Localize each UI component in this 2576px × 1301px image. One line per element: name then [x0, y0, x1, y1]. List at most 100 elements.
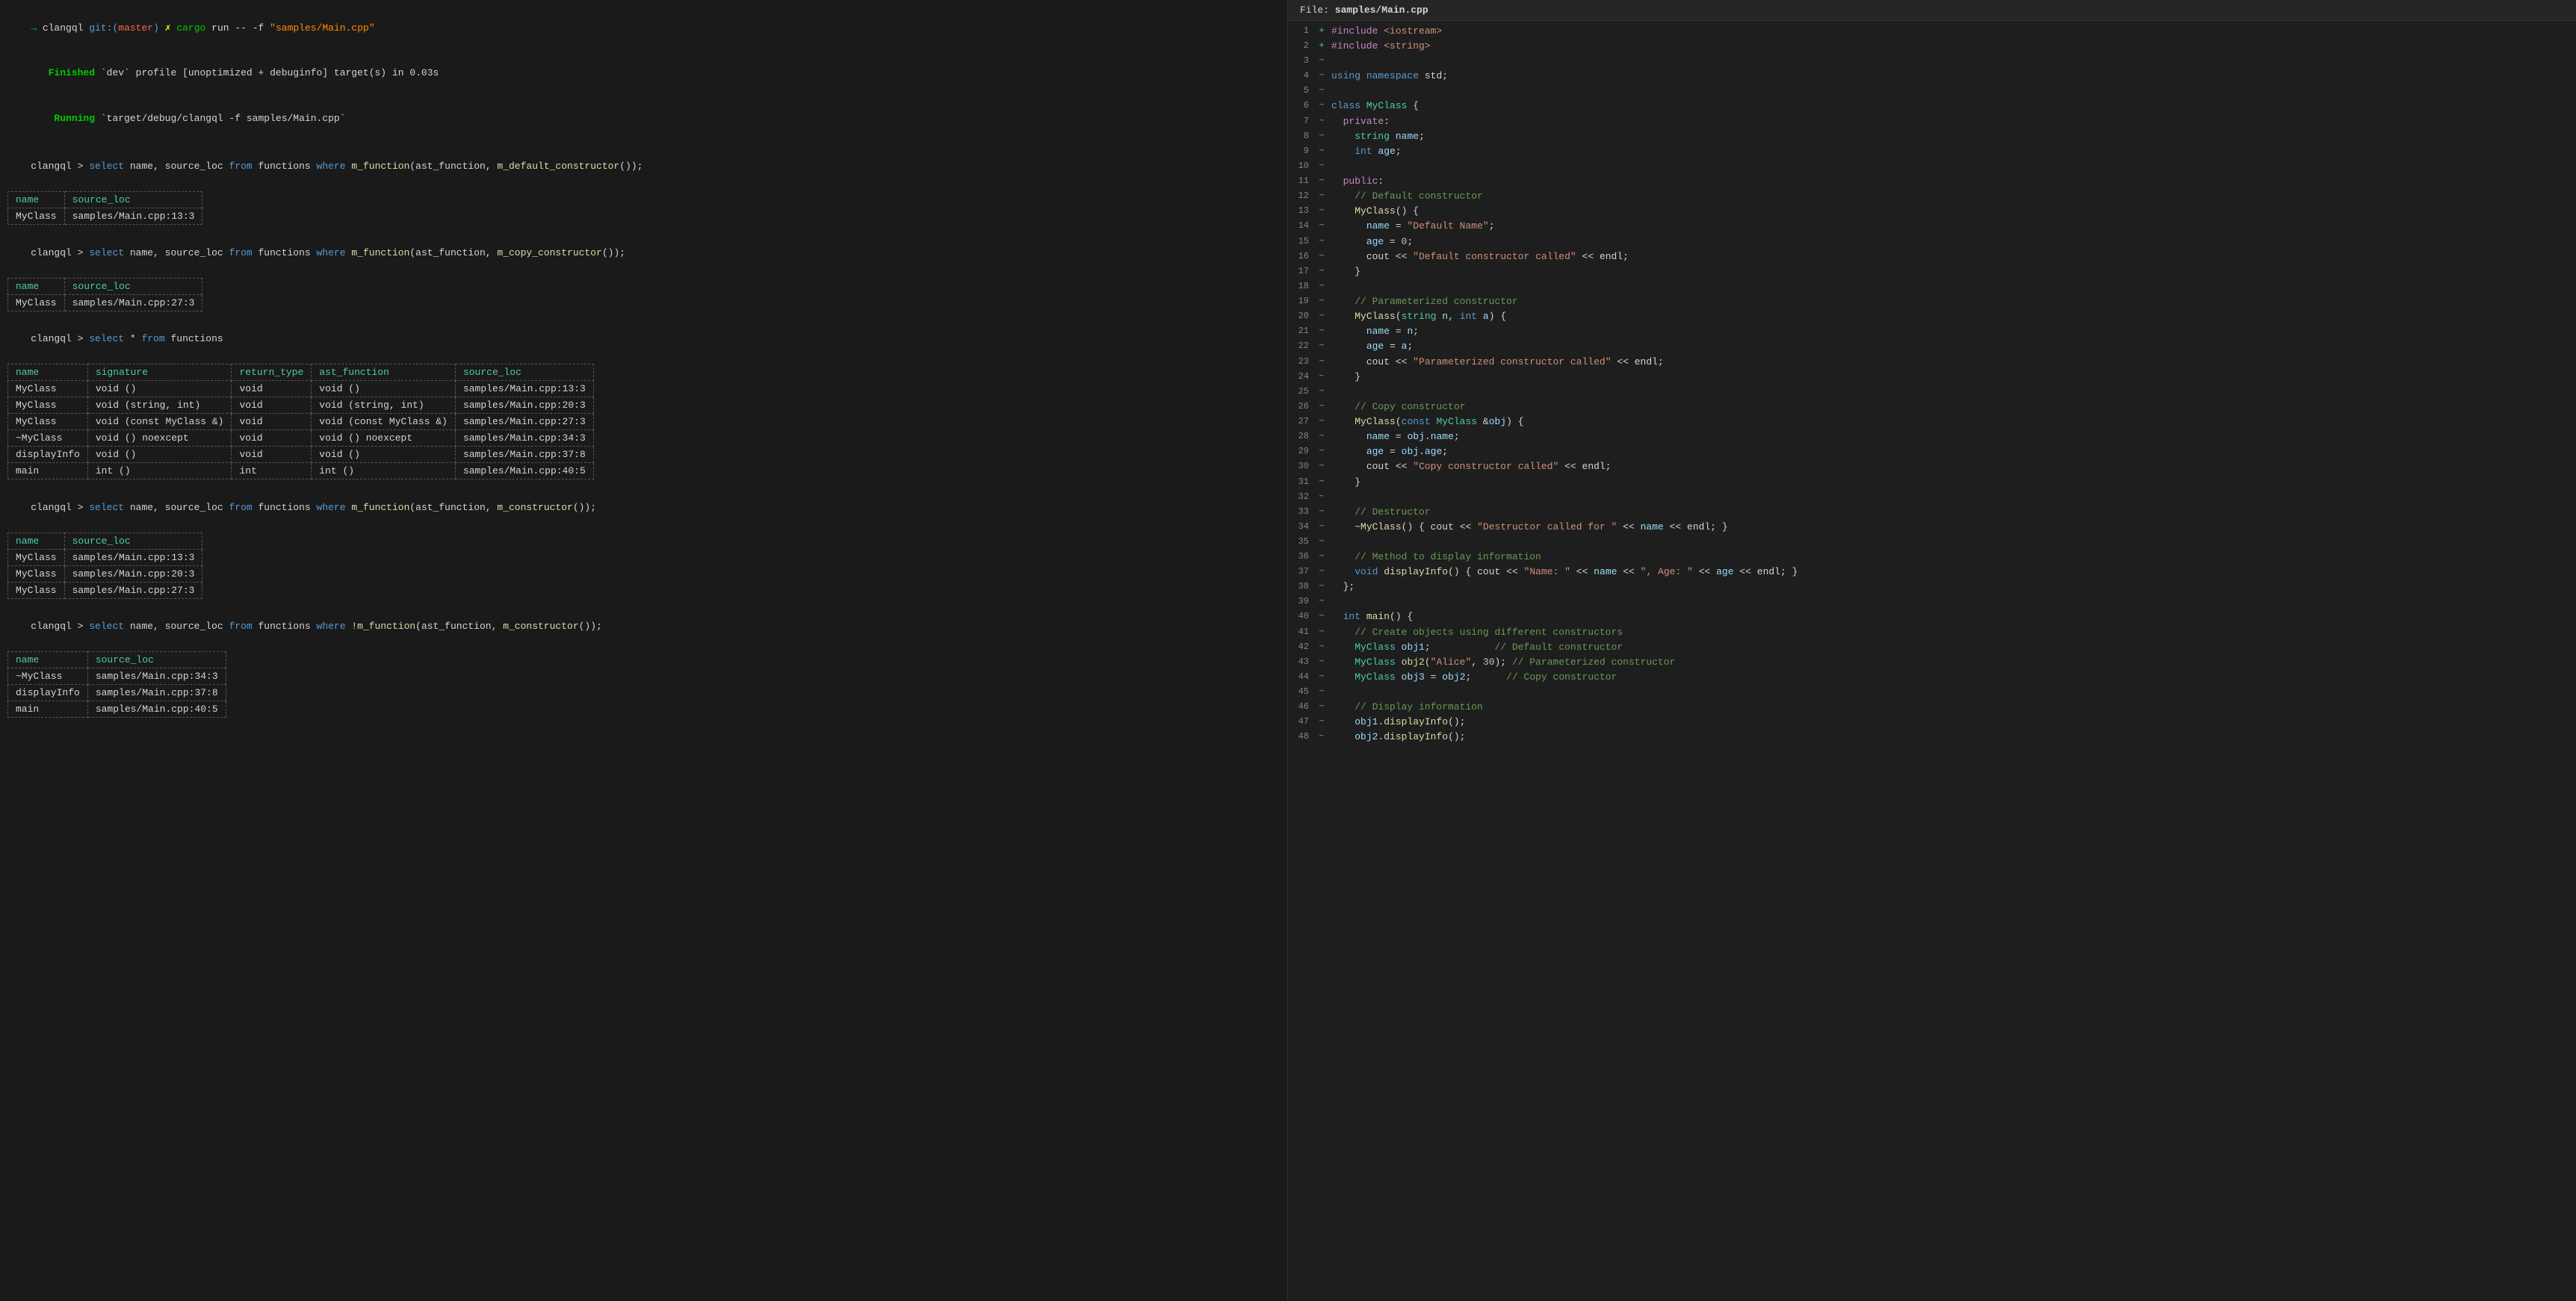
- cell-signature: void (): [87, 381, 232, 397]
- col-header-source-loc: source_loc: [455, 364, 593, 381]
- line-gutter: ~: [1315, 54, 1328, 68]
- cell-ast-function: void (): [312, 381, 456, 397]
- cell-name: MyClass: [8, 565, 65, 582]
- code-line-30: 30 ~ cout << "Copy constructor called" <…: [1288, 459, 2576, 474]
- line-number: 35: [1288, 535, 1315, 549]
- line-content: name = "Default Name";: [1328, 219, 1495, 234]
- code-line-18: 18 ~: [1288, 279, 2576, 294]
- code-line-5: 5 ~: [1288, 84, 2576, 99]
- code-line-17: 17 ~ }: [1288, 264, 2576, 279]
- line-gutter: ~: [1315, 204, 1328, 218]
- line-content: age = obj.age;: [1328, 444, 1448, 459]
- result-table-2: name source_loc MyClass samples/Main.cpp…: [7, 278, 202, 311]
- result-table-5: name source_loc ~MyClass samples/Main.cp…: [7, 651, 226, 718]
- line-gutter: ~: [1315, 249, 1328, 264]
- line-content: cout << "Default constructor called" << …: [1328, 249, 1629, 264]
- cell-source-loc: samples/Main.cpp:40:5: [455, 463, 593, 479]
- cell-return-type: void: [232, 397, 312, 414]
- line-number: 25: [1288, 385, 1315, 399]
- line-number: 12: [1288, 189, 1315, 203]
- code-line-38: 38 ~ };: [1288, 580, 2576, 594]
- right-panel: File: samples/Main.cpp 1 + #include <ios…: [1288, 0, 2576, 1301]
- line-content: // Create objects using different constr…: [1328, 625, 1623, 640]
- line-content: cout << "Copy constructor called" << end…: [1328, 459, 1611, 474]
- cell-source-loc: samples/Main.cpp:13:3: [455, 381, 593, 397]
- query-2-prompt: clangql > select name, source_loc from f…: [7, 231, 1280, 275]
- cell-source-loc: samples/Main.cpp:27:3: [64, 294, 202, 311]
- cell-ast-function: void (string, int): [312, 397, 456, 414]
- line-content: public:: [1328, 174, 1384, 189]
- line-content: using namespace std;: [1328, 69, 1448, 84]
- line-number: 47: [1288, 715, 1315, 729]
- code-line-45: 45 ~: [1288, 685, 2576, 700]
- col-header-ast-function: ast_function: [312, 364, 456, 381]
- table-row: MyClass void () void void () samples/Mai…: [8, 381, 594, 397]
- code-line-35: 35 ~: [1288, 535, 2576, 550]
- cell-signature: void (): [87, 447, 232, 463]
- line-number: 11: [1288, 174, 1315, 188]
- line-number: 5: [1288, 84, 1315, 98]
- line-content: MyClass(string n, int a) {: [1328, 309, 1506, 324]
- col-header-source-loc: source_loc: [87, 652, 226, 668]
- cell-source-loc: samples/Main.cpp:13:3: [64, 549, 202, 565]
- line-content: // Parameterized constructor: [1328, 294, 1518, 309]
- code-line-42: 42 ~ MyClass obj1; // Default constructo…: [1288, 640, 2576, 655]
- result-table-1: name source_loc MyClass samples/Main.cpp…: [7, 191, 202, 225]
- table-row: MyClass samples/Main.cpp:27:3: [8, 294, 202, 311]
- cell-name: displayInfo: [8, 447, 88, 463]
- cell-name: MyClass: [8, 208, 65, 225]
- line-content: age = a;: [1328, 339, 1413, 354]
- cell-ast-function: void () noexcept: [312, 430, 456, 447]
- table-row: MyClass samples/Main.cpp:27:3: [8, 582, 202, 598]
- line-content: MyClass() {: [1328, 204, 1419, 219]
- line-content: }: [1328, 370, 1360, 385]
- line-number: 26: [1288, 400, 1315, 414]
- line-gutter: ~: [1315, 294, 1328, 308]
- line-content: MyClass obj2("Alice", 30); // Parameteri…: [1328, 655, 1675, 670]
- cell-signature: void (string, int): [87, 397, 232, 414]
- finished-status: Finished: [31, 67, 95, 78]
- line-gutter: ~: [1315, 159, 1328, 173]
- line-gutter: ~: [1315, 475, 1328, 489]
- col-header-name: name: [8, 278, 65, 294]
- code-line-31: 31 ~ }: [1288, 475, 2576, 490]
- line-number: 38: [1288, 580, 1315, 594]
- line-number: 10: [1288, 159, 1315, 173]
- line-gutter: +: [1315, 39, 1328, 53]
- code-line-32: 32 ~: [1288, 490, 2576, 505]
- line-gutter: ~: [1315, 655, 1328, 669]
- line-gutter: ~: [1315, 84, 1328, 98]
- left-panel: → clangql git:(master) ✗ cargo run -- -f…: [0, 0, 1288, 1301]
- line-number: 22: [1288, 339, 1315, 353]
- code-line-9: 9 ~ int age;: [1288, 144, 2576, 159]
- line-gutter: ~: [1315, 459, 1328, 473]
- cell-source-loc: samples/Main.cpp:34:3: [455, 430, 593, 447]
- line-content: obj1.displayInfo();: [1328, 715, 1465, 730]
- status-finished-line: Finished `dev` profile [unoptimized + de…: [7, 52, 1280, 96]
- code-line-10: 10 ~: [1288, 159, 2576, 174]
- cell-name: MyClass: [8, 582, 65, 598]
- line-content: int age;: [1328, 144, 1402, 159]
- cell-name: MyClass: [8, 549, 65, 565]
- col-header-name: name: [8, 652, 88, 668]
- line-gutter: ~: [1315, 339, 1328, 353]
- line-gutter: ~: [1315, 429, 1328, 444]
- table-row: MyClass samples/Main.cpp:13:3: [8, 549, 202, 565]
- line-number: 42: [1288, 640, 1315, 654]
- line-gutter: ~: [1315, 385, 1328, 399]
- cell-source-loc: samples/Main.cpp:37:8: [455, 447, 593, 463]
- table-row: ~MyClass samples/Main.cpp:34:3: [8, 668, 226, 685]
- line-gutter: ~: [1315, 144, 1328, 158]
- cell-name: MyClass: [8, 294, 65, 311]
- line-gutter: ~: [1315, 279, 1328, 294]
- line-content: age = 0;: [1328, 235, 1413, 249]
- code-line-46: 46 ~ // Display information: [1288, 700, 2576, 715]
- line-number: 1: [1288, 24, 1315, 38]
- code-line-15: 15 ~ age = 0;: [1288, 235, 2576, 249]
- code-line-4: 4 ~ using namespace std;: [1288, 69, 2576, 84]
- cell-name: ~MyClass: [8, 430, 88, 447]
- line-content: class MyClass {: [1328, 99, 1419, 114]
- cell-return-type: int: [232, 463, 312, 479]
- line-number: 19: [1288, 294, 1315, 308]
- code-line-47: 47 ~ obj1.displayInfo();: [1288, 715, 2576, 730]
